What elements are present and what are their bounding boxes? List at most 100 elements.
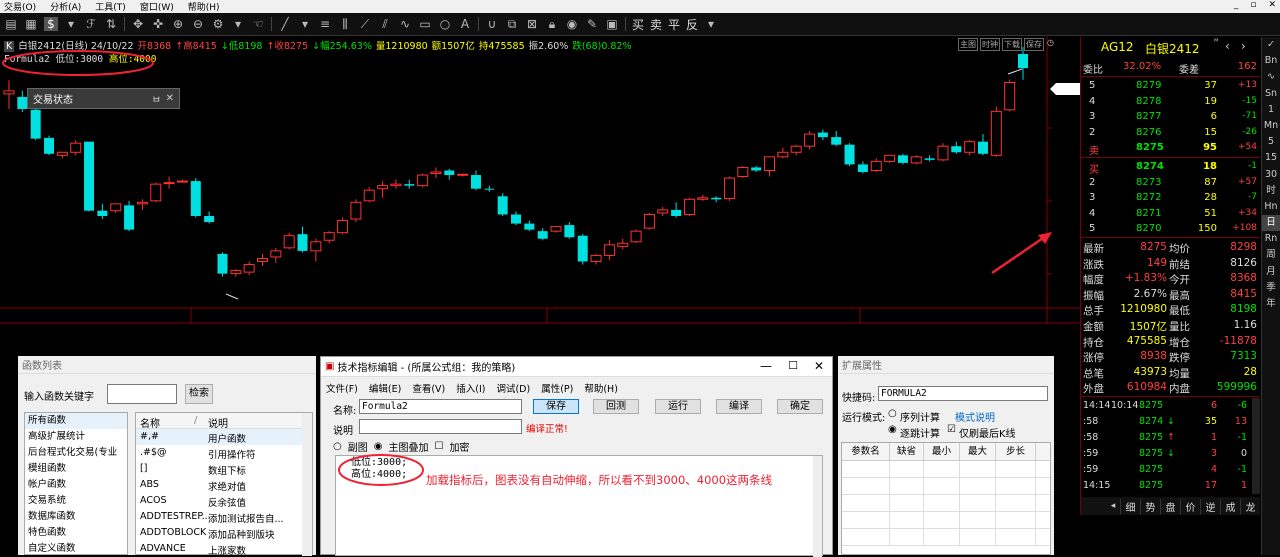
maximize-icon[interactable]: ☐ — [788, 359, 798, 372]
scrollbar[interactable] — [302, 413, 312, 556]
sub-chart-radio[interactable]: ○ — [333, 441, 342, 452]
circle-tool-icon[interactable]: ○ — [438, 17, 452, 31]
dollar-button[interactable]: $ — [44, 17, 58, 31]
bid-row[interactable]: 5 8270 150 +108 — [1083, 221, 1259, 237]
tick-calc-radio[interactable]: ◉ — [888, 424, 897, 435]
editor-menu-item[interactable]: 帮助(H) — [584, 381, 618, 395]
move-icon[interactable]: ✥ — [131, 17, 145, 31]
function-search-input[interactable] — [107, 384, 177, 404]
period-tab[interactable]: 5 — [1262, 134, 1280, 150]
chevron-down-icon[interactable]: ▾ — [298, 17, 312, 31]
period-tab[interactable]: 15 — [1262, 150, 1280, 166]
param-row[interactable] — [842, 478, 1050, 495]
quote-tab[interactable]: 逆 — [1200, 498, 1220, 514]
close-button[interactable]: ✕ — [1268, 0, 1276, 10]
ok-button[interactable]: 确定 — [777, 399, 823, 414]
bid-row[interactable]: 买 8274 18 -1 — [1083, 159, 1259, 176]
wave-tool-icon[interactable]: ∿ — [398, 17, 412, 31]
trade-status-panel[interactable]: 交易状态 ㅂ ✕ — [27, 88, 180, 109]
menu-analysis[interactable]: 分析(A) — [50, 0, 81, 13]
scrollbar[interactable] — [813, 456, 822, 557]
period-tab[interactable]: 年 — [1262, 296, 1280, 312]
line-tool-icon[interactable]: ╱ — [278, 17, 292, 31]
grid-icon[interactable]: ▦ — [24, 17, 38, 31]
function-row[interactable]: ADDTESTREP... 添加测试报告自... — [136, 509, 312, 525]
eye-icon[interactable]: ◉ — [565, 17, 579, 31]
period-tab[interactable]: Rn — [1262, 231, 1280, 247]
kline-chart[interactable] — [0, 37, 1080, 324]
period-tab[interactable]: 日 — [1262, 215, 1280, 232]
delete-icon[interactable]: ⊠ — [525, 17, 539, 31]
menu-window[interactable]: 窗口(W) — [140, 0, 174, 13]
period-tab[interactable]: ∿ — [1262, 69, 1280, 85]
bid-row[interactable]: 4 8271 51 +34 — [1083, 206, 1259, 222]
category-item[interactable]: 模组函数 — [25, 461, 127, 477]
period-tab[interactable]: Hn — [1262, 199, 1280, 215]
main-chart-button[interactable]: 主图 — [958, 38, 978, 51]
period-tab[interactable]: 周 — [1262, 247, 1280, 263]
ask-row[interactable]: 4 8278 19 -15 — [1083, 94, 1259, 110]
category-item[interactable]: 所有函数 — [25, 413, 127, 429]
function-row[interactable]: #,# 用户函数 — [136, 429, 312, 445]
ask-row[interactable]: 3 8277 6 -71 — [1083, 109, 1259, 125]
download-button[interactable]: 下载 — [1002, 38, 1022, 51]
category-item[interactable]: 数据库函数 — [25, 509, 127, 525]
save-button[interactable]: 保存 — [533, 399, 579, 414]
period-tab[interactable]: ✓ — [1262, 37, 1280, 53]
lock-icon[interactable]: 🔒︎ — [545, 17, 559, 32]
arrows-icon[interactable]: ⇅ — [104, 17, 118, 31]
backtest-button[interactable]: 回测 — [593, 399, 639, 414]
clock-icon[interactable]: ◷ — [1046, 38, 1055, 51]
period-tab[interactable]: Mn — [1262, 118, 1280, 134]
shortcut-input[interactable]: FORMULA2 — [878, 386, 1048, 401]
editor-menu-item[interactable]: 查看(V) — [412, 381, 445, 395]
ruler-icon[interactable]: ▤ — [4, 17, 18, 31]
close-icon[interactable]: ✕ — [166, 93, 174, 104]
fx-icon[interactable]: ℱ — [84, 17, 98, 31]
ask-row[interactable]: 5 8279 37 +13 — [1083, 78, 1259, 94]
editor-menu-item[interactable]: 调试(D) — [496, 381, 530, 395]
magnet-icon[interactable]: ∪ — [485, 17, 499, 31]
minimize-icon[interactable]: — — [760, 359, 772, 373]
quote-tab[interactable]: 龙 — [1240, 498, 1260, 514]
category-item[interactable]: 后台程式化交易(专业 — [25, 445, 127, 461]
save-chart-button[interactable]: 保存 — [1024, 38, 1044, 51]
search-button[interactable]: 检索 — [185, 384, 213, 404]
main-overlay-radio[interactable]: ◉ — [374, 441, 383, 452]
function-row[interactable]: [] 数组下标 — [136, 461, 312, 477]
crosshair-icon[interactable]: ✜ — [151, 17, 165, 31]
quote-tab[interactable]: 细 — [1120, 498, 1140, 514]
seq-calc-radio[interactable]: ○ — [888, 408, 897, 419]
col-desc-header[interactable]: 说明 — [208, 415, 228, 430]
bid-row[interactable]: 2 8273 87 +57 — [1083, 175, 1259, 191]
hline-tool-icon[interactable]: ≡ — [318, 17, 332, 31]
function-row[interactable]: ABS 求绝对值 — [136, 477, 312, 493]
period-tab[interactable]: 时 — [1262, 183, 1280, 199]
quote-tab[interactable]: 盘 — [1160, 498, 1180, 514]
zoom-out-icon[interactable]: ⊖ — [191, 17, 205, 31]
formula-name-input[interactable]: Formula2 — [359, 399, 522, 414]
scrollbar[interactable] — [1252, 398, 1260, 494]
channel-tool-icon[interactable]: ⫽ — [378, 17, 392, 32]
param-row[interactable] — [842, 512, 1050, 529]
mode-help-link[interactable]: 模式说明 — [955, 409, 995, 424]
vline-tool-icon[interactable]: ⫼ — [338, 17, 352, 32]
encrypt-checkbox[interactable]: ☐ — [434, 441, 443, 452]
category-item[interactable]: 交易系统 — [25, 493, 127, 509]
editor-menu-item[interactable]: 属性(P) — [541, 381, 573, 395]
period-tab[interactable]: Sn — [1262, 86, 1280, 102]
category-item[interactable]: 特色函数 — [25, 525, 127, 541]
bid-row[interactable]: 3 8272 28 -7 — [1083, 190, 1259, 206]
ask-row[interactable]: 2 8276 15 -26 — [1083, 125, 1259, 141]
pen-icon[interactable]: ✎ — [585, 17, 599, 31]
only-last-checkbox[interactable]: ☑ — [947, 424, 956, 435]
function-row[interactable]: ACOS 反余弦值 — [136, 493, 312, 509]
editor-menu-item[interactable]: 文件(F) — [326, 381, 358, 395]
function-row[interactable]: ADDTOBLOCK 添加品种到版块 — [136, 525, 312, 541]
save-icon[interactable]: ▣ — [605, 17, 619, 31]
menu-help[interactable]: 帮助(H) — [188, 0, 220, 13]
buy-button[interactable]: 买 — [632, 16, 644, 33]
fan-tool-icon[interactable]: ⟋ — [358, 17, 372, 32]
category-item[interactable]: 高级扩展统计 — [25, 429, 127, 445]
run-button[interactable]: 运行 — [655, 399, 701, 414]
